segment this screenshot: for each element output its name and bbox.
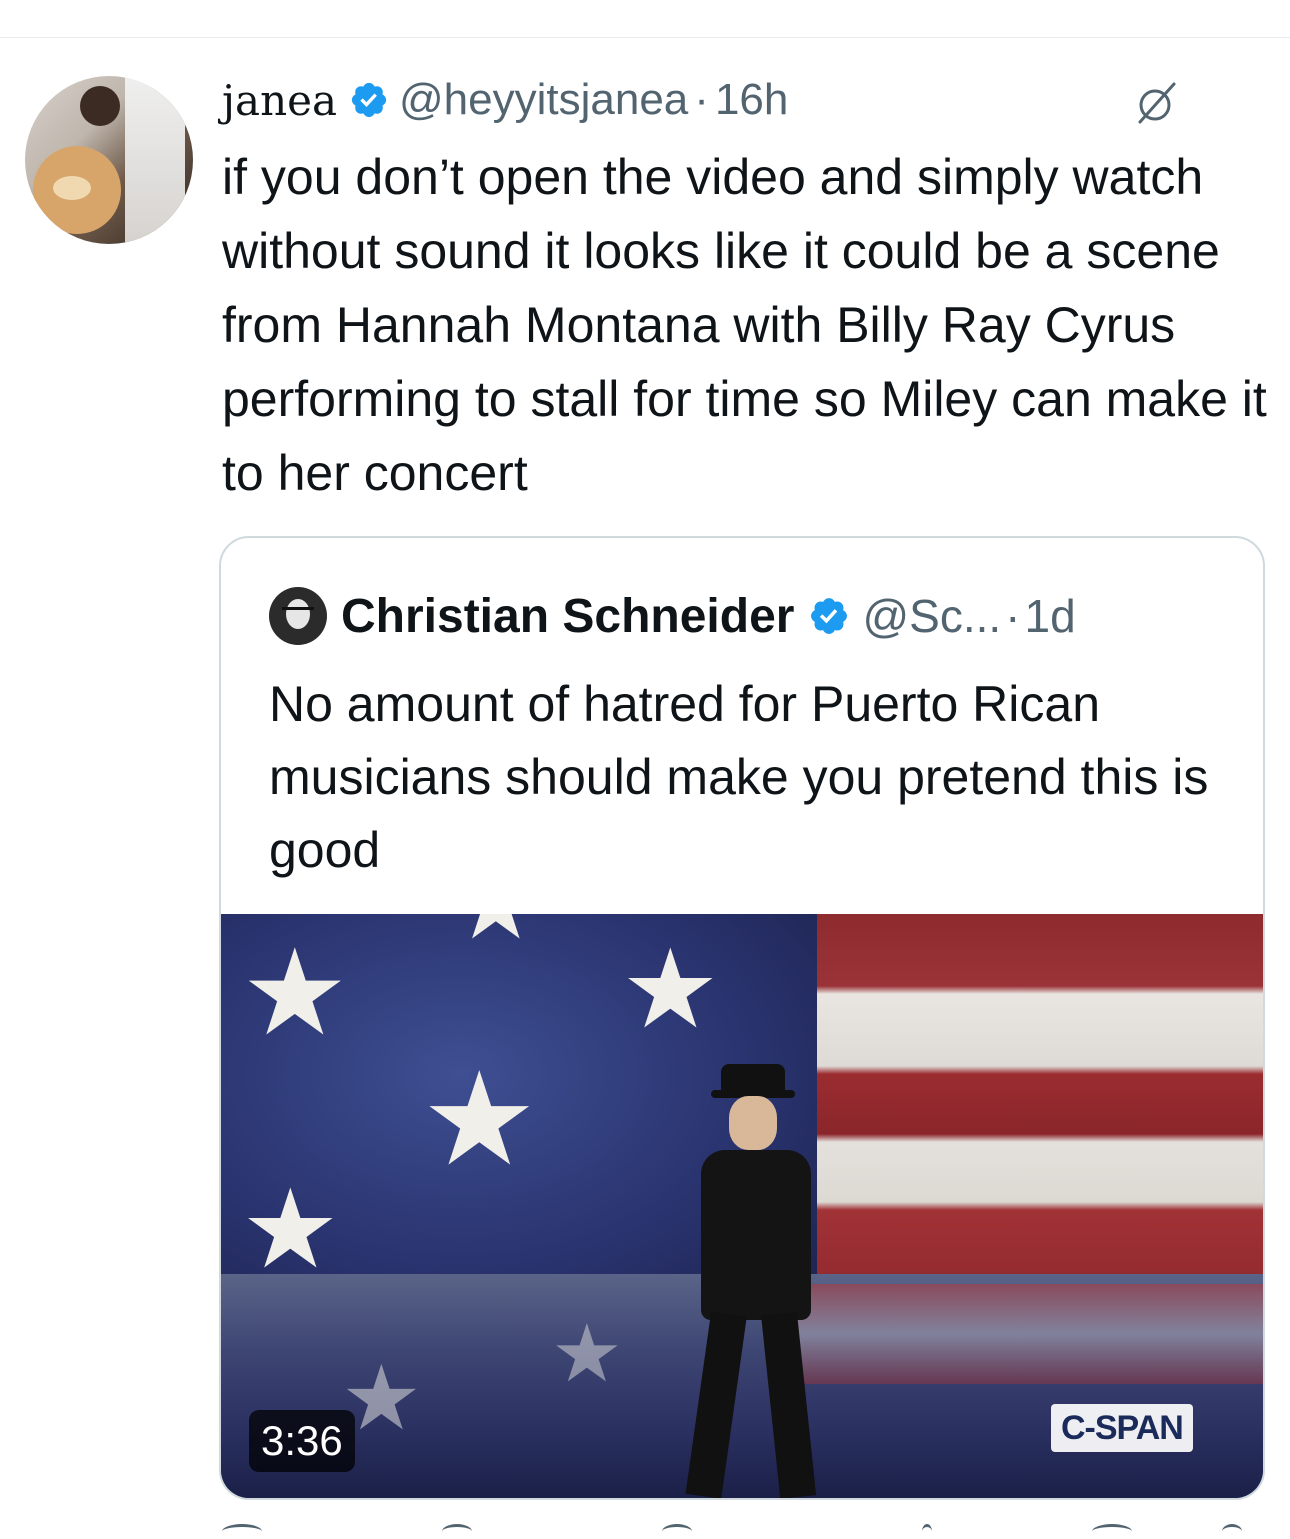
flag-stripes bbox=[817, 914, 1263, 1314]
grok-icon[interactable] bbox=[1134, 80, 1180, 126]
cspan-watermark: C-SPAN bbox=[1051, 1404, 1193, 1452]
quoted-author-handle: @Sc... bbox=[862, 590, 1002, 642]
views-icon[interactable] bbox=[922, 1524, 932, 1539]
star-icon: ★ bbox=[421, 1043, 538, 1195]
repost-icon[interactable] bbox=[442, 1524, 472, 1539]
floor-reflection bbox=[781, 1284, 1263, 1384]
star-icon: ★ bbox=[241, 1165, 340, 1293]
author-handle[interactable]: @heyyitsjanea bbox=[399, 75, 688, 125]
bookmark-icon[interactable] bbox=[1092, 1524, 1132, 1539]
quoted-tweet-text: No amount of hatred for Puerto Rican mus… bbox=[269, 676, 1209, 878]
quoted-tweet-card[interactable]: Christian Schneider @Sc... · 1d No amoun… bbox=[219, 536, 1265, 1500]
action-bar-peek bbox=[222, 1524, 1262, 1536]
performer-figure bbox=[661, 1064, 841, 1498]
video-thumbnail[interactable]: ★ ★ ★ ★ ★ ★ ★ 3:36 C-SPAN bbox=[221, 914, 1263, 1498]
star-icon: ★ bbox=[551, 1307, 623, 1400]
verified-badge-icon bbox=[811, 598, 848, 634]
share-icon[interactable] bbox=[1222, 1524, 1242, 1539]
verified-badge-icon bbox=[351, 82, 387, 118]
star-icon: ★ bbox=[241, 924, 349, 1063]
quoted-tweet-header: Christian Schneider @Sc... · 1d bbox=[269, 586, 1076, 646]
tweet-text: if you don’t open the video and simply w… bbox=[222, 149, 1267, 501]
quoted-author-display-name: Christian Schneider bbox=[341, 589, 795, 643]
reply-icon[interactable] bbox=[222, 1524, 262, 1539]
video-duration-badge: 3:36 bbox=[249, 1410, 355, 1472]
quoted-tweet-timestamp: 1d bbox=[1024, 590, 1076, 642]
author-avatar[interactable] bbox=[25, 76, 193, 244]
like-icon[interactable] bbox=[662, 1524, 692, 1539]
tweet-header: janea @heyyitsjanea · 16h bbox=[222, 72, 788, 128]
tweet-timestamp[interactable]: 16h bbox=[715, 75, 788, 125]
quoted-header-separator: · bbox=[1005, 590, 1021, 642]
top-divider bbox=[0, 37, 1290, 38]
star-icon: ★ bbox=[451, 914, 541, 954]
star-icon: ★ bbox=[621, 925, 720, 1053]
header-separator: · bbox=[694, 75, 709, 124]
author-display-name[interactable]: janea bbox=[222, 76, 337, 125]
quoted-author-avatar bbox=[269, 587, 327, 645]
